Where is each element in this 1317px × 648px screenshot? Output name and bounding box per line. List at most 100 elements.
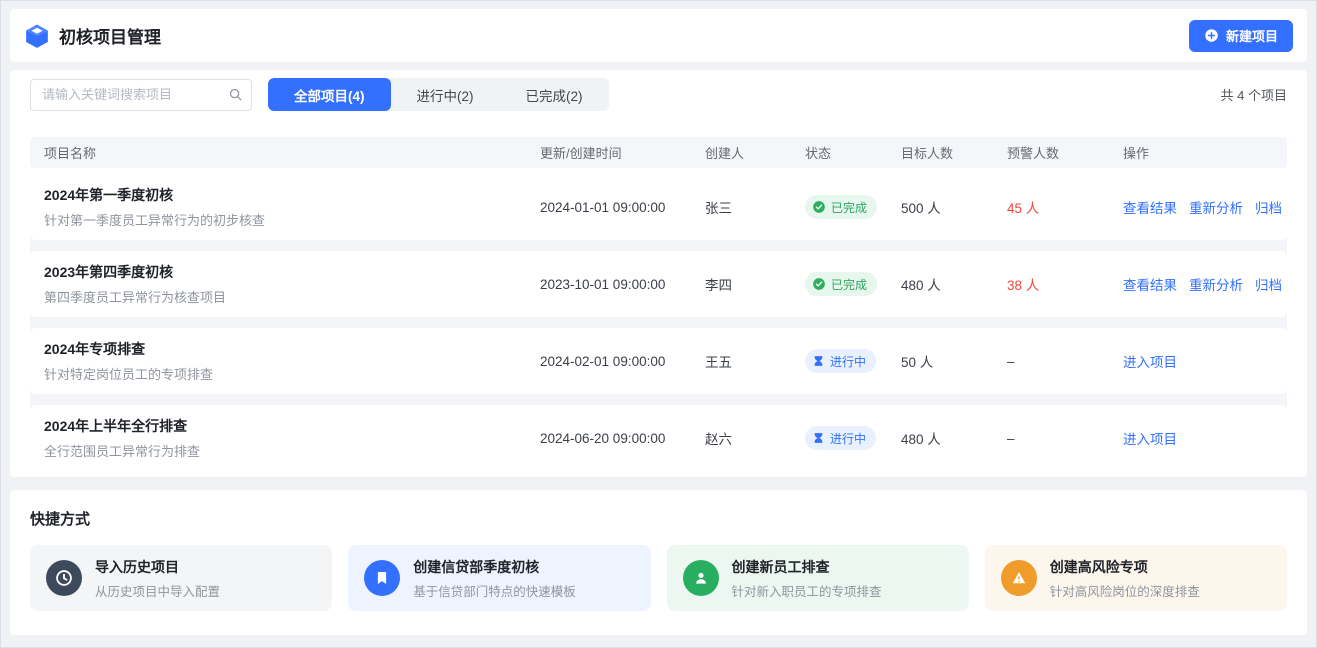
hourglass-icon [812,432,825,445]
status-label: 已完成 [831,276,867,293]
tab-all-projects[interactable]: 全部项目(4) [268,78,391,111]
new-project-button-label: 新建项目 [1226,26,1278,45]
tab-completed[interactable]: 已完成(2) [500,78,609,111]
project-description: 针对特定岗位员工的专项排查 [44,364,540,383]
reanalyze-link[interactable]: 重新分析 [1189,197,1243,217]
col-project-name: 项目名称 [44,143,540,162]
table-row: 2024年上半年全行排查 全行范围员工异常行为排查 2024-06-20 09:… [30,405,1287,471]
update-time: 2023-10-01 09:00:00 [540,277,705,292]
search-input[interactable] [30,79,252,111]
project-name-cell: 2023年第四季度初核 第四季度员工异常行为核查项目 [44,262,540,306]
status-label: 已完成 [831,199,867,216]
enter-project-link[interactable]: 进入项目 [1123,351,1177,371]
target-count: 50 人 [901,351,1007,371]
shortcut-new-employee-check[interactable]: 创建新员工排查 针对新入职员工的专项排查 [667,545,969,611]
page-title: 初核项目管理 [59,23,161,48]
hourglass-icon [812,355,825,368]
project-list-panel: 全部项目(4) 进行中(2) 已完成(2) 共 4 个项目 项目名称 更新/创建… [10,70,1307,477]
target-count: 480 人 [901,274,1007,294]
table-row: 2024年第一季度初核 针对第一季度员工异常行为的初步核查 2024-01-01… [30,174,1287,240]
check-circle-icon [812,200,826,214]
bookmark-icon [364,560,400,596]
search-icon[interactable] [228,87,243,107]
creator: 赵六 [705,428,805,448]
archive-link[interactable]: 归档 [1255,197,1282,217]
check-circle-icon [812,277,826,291]
shortcut-text: 创建高风险专项 针对高风险岗位的深度排查 [1050,557,1200,600]
plus-circle-icon [1204,28,1219,43]
toolbar: 全部项目(4) 进行中(2) 已完成(2) 共 4 个项目 [30,78,1287,111]
header-bar: 初核项目管理 新建项目 [10,9,1307,62]
table-body: 2024年第一季度初核 针对第一季度员工异常行为的初步核查 2024-01-01… [30,174,1287,471]
shortcut-title: 创建信贷部季度初核 [413,557,576,577]
shortcuts-title: 快捷方式 [30,508,1287,529]
shortcut-text: 创建信贷部季度初核 基于信贷部门特点的快速模板 [413,557,576,600]
status-label: 进行中 [830,430,866,447]
header-left: 初核项目管理 [24,23,161,49]
row-actions: 查看结果 重新分析 归档 [1123,197,1273,217]
row-actions: 查看结果 重新分析 归档 [1123,274,1273,294]
filter-tabs: 全部项目(4) 进行中(2) 已完成(2) [268,78,609,111]
project-description: 针对第一季度员工异常行为的初步核查 [44,210,540,229]
shortcut-text: 导入历史项目 从历史项目中导入配置 [95,557,220,600]
shortcut-credit-dept-review[interactable]: 创建信贷部季度初核 基于信贷部门特点的快速模板 [348,545,650,611]
project-name-cell: 2024年第一季度初核 针对第一季度员工异常行为的初步核查 [44,185,540,229]
reanalyze-link[interactable]: 重新分析 [1189,274,1243,294]
project-name-cell: 2024年专项排查 针对特定岗位员工的专项排查 [44,339,540,383]
row-actions: 进入项目 [1123,428,1273,448]
shortcut-description: 从历史项目中导入配置 [95,581,220,600]
status-badge: 已完成 [805,272,877,296]
update-time: 2024-01-01 09:00:00 [540,200,705,215]
status-cell: 进行中 [805,426,901,450]
creator: 王五 [705,351,805,371]
col-status: 状态 [805,143,901,162]
col-creator: 创建人 [705,143,805,162]
col-update-time: 更新/创建时间 [540,143,705,162]
warning-count: – [1007,354,1123,369]
new-project-button[interactable]: 新建项目 [1189,20,1293,52]
shortcut-description: 针对新入职员工的专项排查 [732,581,882,600]
project-description: 第四季度员工异常行为核查项目 [44,287,540,306]
target-count: 500 人 [901,197,1007,217]
archive-link[interactable]: 归档 [1255,274,1282,294]
table-row: 2023年第四季度初核 第四季度员工异常行为核查项目 2023-10-01 09… [30,251,1287,317]
project-total-count: 共 4 个项目 [1221,85,1287,104]
shortcuts-panel: 快捷方式 导入历史项目 从历史项目中导入配置 创建信贷部季度初核 [10,490,1307,635]
status-badge: 进行中 [805,426,876,450]
shortcut-import-history[interactable]: 导入历史项目 从历史项目中导入配置 [30,545,332,611]
shortcut-title: 创建高风险专项 [1050,557,1200,577]
shortcut-title: 创建新员工排查 [732,557,882,577]
project-name: 2024年第一季度初核 [44,185,540,205]
shortcut-high-risk-special[interactable]: 创建高风险专项 针对高风险岗位的深度排查 [985,545,1287,611]
view-results-link[interactable]: 查看结果 [1123,197,1177,217]
project-description: 全行范围员工异常行为排查 [44,441,540,460]
row-actions: 进入项目 [1123,351,1273,371]
cube-logo-icon [24,23,50,49]
project-name: 2023年第四季度初核 [44,262,540,282]
warning-triangle-icon [1001,560,1037,596]
update-time: 2024-06-20 09:00:00 [540,431,705,446]
update-time: 2024-02-01 09:00:00 [540,354,705,369]
target-count: 480 人 [901,428,1007,448]
user-icon [683,560,719,596]
col-target-count: 目标人数 [901,143,1007,162]
enter-project-link[interactable]: 进入项目 [1123,428,1177,448]
project-name: 2024年专项排查 [44,339,540,359]
col-actions: 操作 [1123,143,1273,162]
tab-in-progress[interactable]: 进行中(2) [391,78,500,111]
shortcut-description: 基于信贷部门特点的快速模板 [413,581,576,600]
view-results-link[interactable]: 查看结果 [1123,274,1177,294]
clock-icon [46,560,82,596]
status-label: 进行中 [830,353,866,370]
status-cell: 已完成 [805,272,901,296]
status-cell: 已完成 [805,195,901,219]
warning-count: 45 人 [1007,197,1123,217]
status-cell: 进行中 [805,349,901,373]
project-name: 2024年上半年全行排查 [44,416,540,436]
shortcut-title: 导入历史项目 [95,557,220,577]
shortcut-cards: 导入历史项目 从历史项目中导入配置 创建信贷部季度初核 基于信贷部门特点的快速模… [30,545,1287,611]
warning-count: – [1007,431,1123,446]
table-header: 项目名称 更新/创建时间 创建人 状态 目标人数 预警人数 操作 [30,137,1287,168]
col-warning-count: 预警人数 [1007,143,1123,162]
creator: 张三 [705,197,805,217]
